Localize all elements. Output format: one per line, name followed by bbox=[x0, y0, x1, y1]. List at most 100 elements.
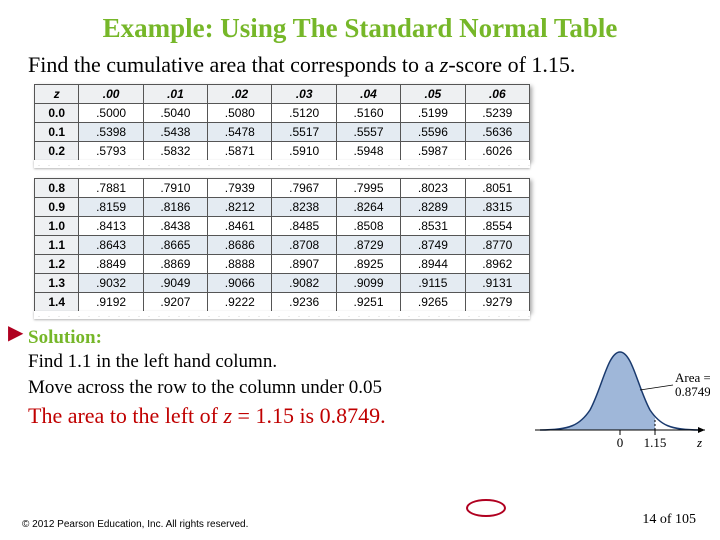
cell-value: .8461 bbox=[208, 216, 272, 235]
cell-value: .9131 bbox=[465, 273, 529, 292]
cell-value: .5000 bbox=[79, 103, 143, 122]
cell-value: .8962 bbox=[465, 254, 529, 273]
cell-value: .7939 bbox=[208, 178, 272, 197]
cell-value: .5636 bbox=[465, 122, 529, 141]
cell-value: .7881 bbox=[79, 178, 143, 197]
copyright-text: © 2012 Pearson Education, Inc. All right… bbox=[22, 519, 248, 530]
prompt-text: Find the cumulative area that correspond… bbox=[0, 50, 720, 83]
cell-value: .9236 bbox=[272, 292, 336, 311]
cell-value: .8749 bbox=[401, 235, 465, 254]
slide-title: Example: Using The Standard Normal Table bbox=[0, 0, 720, 50]
conclusion-post: = 1.15 is 0.8749. bbox=[232, 403, 386, 428]
cell-value: .5517 bbox=[272, 122, 336, 141]
col-header: .04 bbox=[336, 84, 400, 103]
col-header: .02 bbox=[208, 84, 272, 103]
cell-value: .8729 bbox=[336, 235, 400, 254]
cell-value: .5040 bbox=[143, 103, 207, 122]
cell-value: .8708 bbox=[272, 235, 336, 254]
axis-z-label: z bbox=[696, 435, 702, 450]
cell-value: .5398 bbox=[79, 122, 143, 141]
cell-value: .7967 bbox=[272, 178, 336, 197]
cell-value: .9265 bbox=[401, 292, 465, 311]
col-header: .03 bbox=[272, 84, 336, 103]
cell-value: .9082 bbox=[272, 273, 336, 292]
page-number: 14 of 105 bbox=[642, 512, 696, 528]
cell-value: .8264 bbox=[336, 197, 400, 216]
cell-value: .5596 bbox=[401, 122, 465, 141]
cell-value: .5948 bbox=[336, 141, 400, 160]
cell-value: .9032 bbox=[79, 273, 143, 292]
cell-value: .8413 bbox=[79, 216, 143, 235]
cell-value: .8023 bbox=[401, 178, 465, 197]
row-header: 0.1 bbox=[35, 122, 79, 141]
cell-value: .8944 bbox=[401, 254, 465, 273]
row-header: 1.1 bbox=[35, 235, 79, 254]
area-label-line1: Area = bbox=[675, 370, 710, 385]
cell-value: .5239 bbox=[465, 103, 529, 122]
prompt-post: -score of 1.15. bbox=[448, 52, 575, 77]
row-header: 0.8 bbox=[35, 178, 79, 197]
cell-value: .5199 bbox=[401, 103, 465, 122]
cell-value: .8212 bbox=[208, 197, 272, 216]
cell-value: .5793 bbox=[79, 141, 143, 160]
z-table-bottom: 0.8.7881.7910.7939.7967.7995.8023.80510.… bbox=[34, 178, 530, 319]
torn-edge-icon bbox=[34, 311, 530, 319]
tick-1-label: 1.15 bbox=[644, 435, 667, 450]
cell-value: .7995 bbox=[336, 178, 400, 197]
cell-value: .5832 bbox=[143, 141, 207, 160]
tick-0-label: 0 bbox=[617, 435, 624, 450]
cell-value: .8665 bbox=[143, 235, 207, 254]
row-header: 1.4 bbox=[35, 292, 79, 311]
row-header: 0.2 bbox=[35, 141, 79, 160]
axis-arrow-icon bbox=[698, 427, 705, 433]
cell-value: .8438 bbox=[143, 216, 207, 235]
cell-value: .8289 bbox=[401, 197, 465, 216]
conclusion-pre: The area to the left of bbox=[28, 403, 223, 428]
cell-value: .5557 bbox=[336, 122, 400, 141]
cell-value: .5160 bbox=[336, 103, 400, 122]
leader-line bbox=[640, 385, 673, 390]
cell-value: .9049 bbox=[143, 273, 207, 292]
cell-value: .8770 bbox=[465, 235, 529, 254]
col-header: .05 bbox=[401, 84, 465, 103]
cell-value: .8554 bbox=[465, 216, 529, 235]
torn-edge-icon bbox=[34, 160, 530, 168]
cell-value: .8315 bbox=[465, 197, 529, 216]
arrow-right-icon: ▶ bbox=[8, 320, 23, 345]
cell-value: .8238 bbox=[272, 197, 336, 216]
cell-value: .8925 bbox=[336, 254, 400, 273]
col-header: .01 bbox=[143, 84, 207, 103]
cell-value: .8508 bbox=[336, 216, 400, 235]
z-table-1: z.00.01.02.03.04.05.060.0.5000.5040.5080… bbox=[34, 84, 530, 161]
row-header: 0.9 bbox=[35, 197, 79, 216]
cell-value: .8186 bbox=[143, 197, 207, 216]
cell-value: .9066 bbox=[208, 273, 272, 292]
row-header: 1.3 bbox=[35, 273, 79, 292]
cell-value: .6026 bbox=[465, 141, 529, 160]
cell-value: .9279 bbox=[465, 292, 529, 311]
col-header: .00 bbox=[79, 84, 143, 103]
prompt-pre: Find the cumulative area that correspond… bbox=[28, 52, 440, 77]
cell-value: .8888 bbox=[208, 254, 272, 273]
cell-value: .8531 bbox=[401, 216, 465, 235]
cell-value: .8643 bbox=[79, 235, 143, 254]
cell-value: .5478 bbox=[208, 122, 272, 141]
normal-curve-figure: 0 1.15 z Area = 0.8749 bbox=[530, 330, 710, 460]
cell-value: .8849 bbox=[79, 254, 143, 273]
cell-value: .5987 bbox=[401, 141, 465, 160]
row-header: 1.2 bbox=[35, 254, 79, 273]
area-label-line2: 0.8749 bbox=[675, 384, 710, 399]
cell-value: .8907 bbox=[272, 254, 336, 273]
cell-value: .9207 bbox=[143, 292, 207, 311]
z-header: z bbox=[35, 84, 79, 103]
col-header: .06 bbox=[465, 84, 529, 103]
row-header: 1.0 bbox=[35, 216, 79, 235]
page-total: 105 bbox=[675, 512, 696, 527]
page-sep: of bbox=[656, 512, 675, 527]
cell-value: .9099 bbox=[336, 273, 400, 292]
cell-value: .8686 bbox=[208, 235, 272, 254]
cell-value: .5120 bbox=[272, 103, 336, 122]
cell-value: .5910 bbox=[272, 141, 336, 160]
cell-value: .9222 bbox=[208, 292, 272, 311]
cell-value: .5080 bbox=[208, 103, 272, 122]
